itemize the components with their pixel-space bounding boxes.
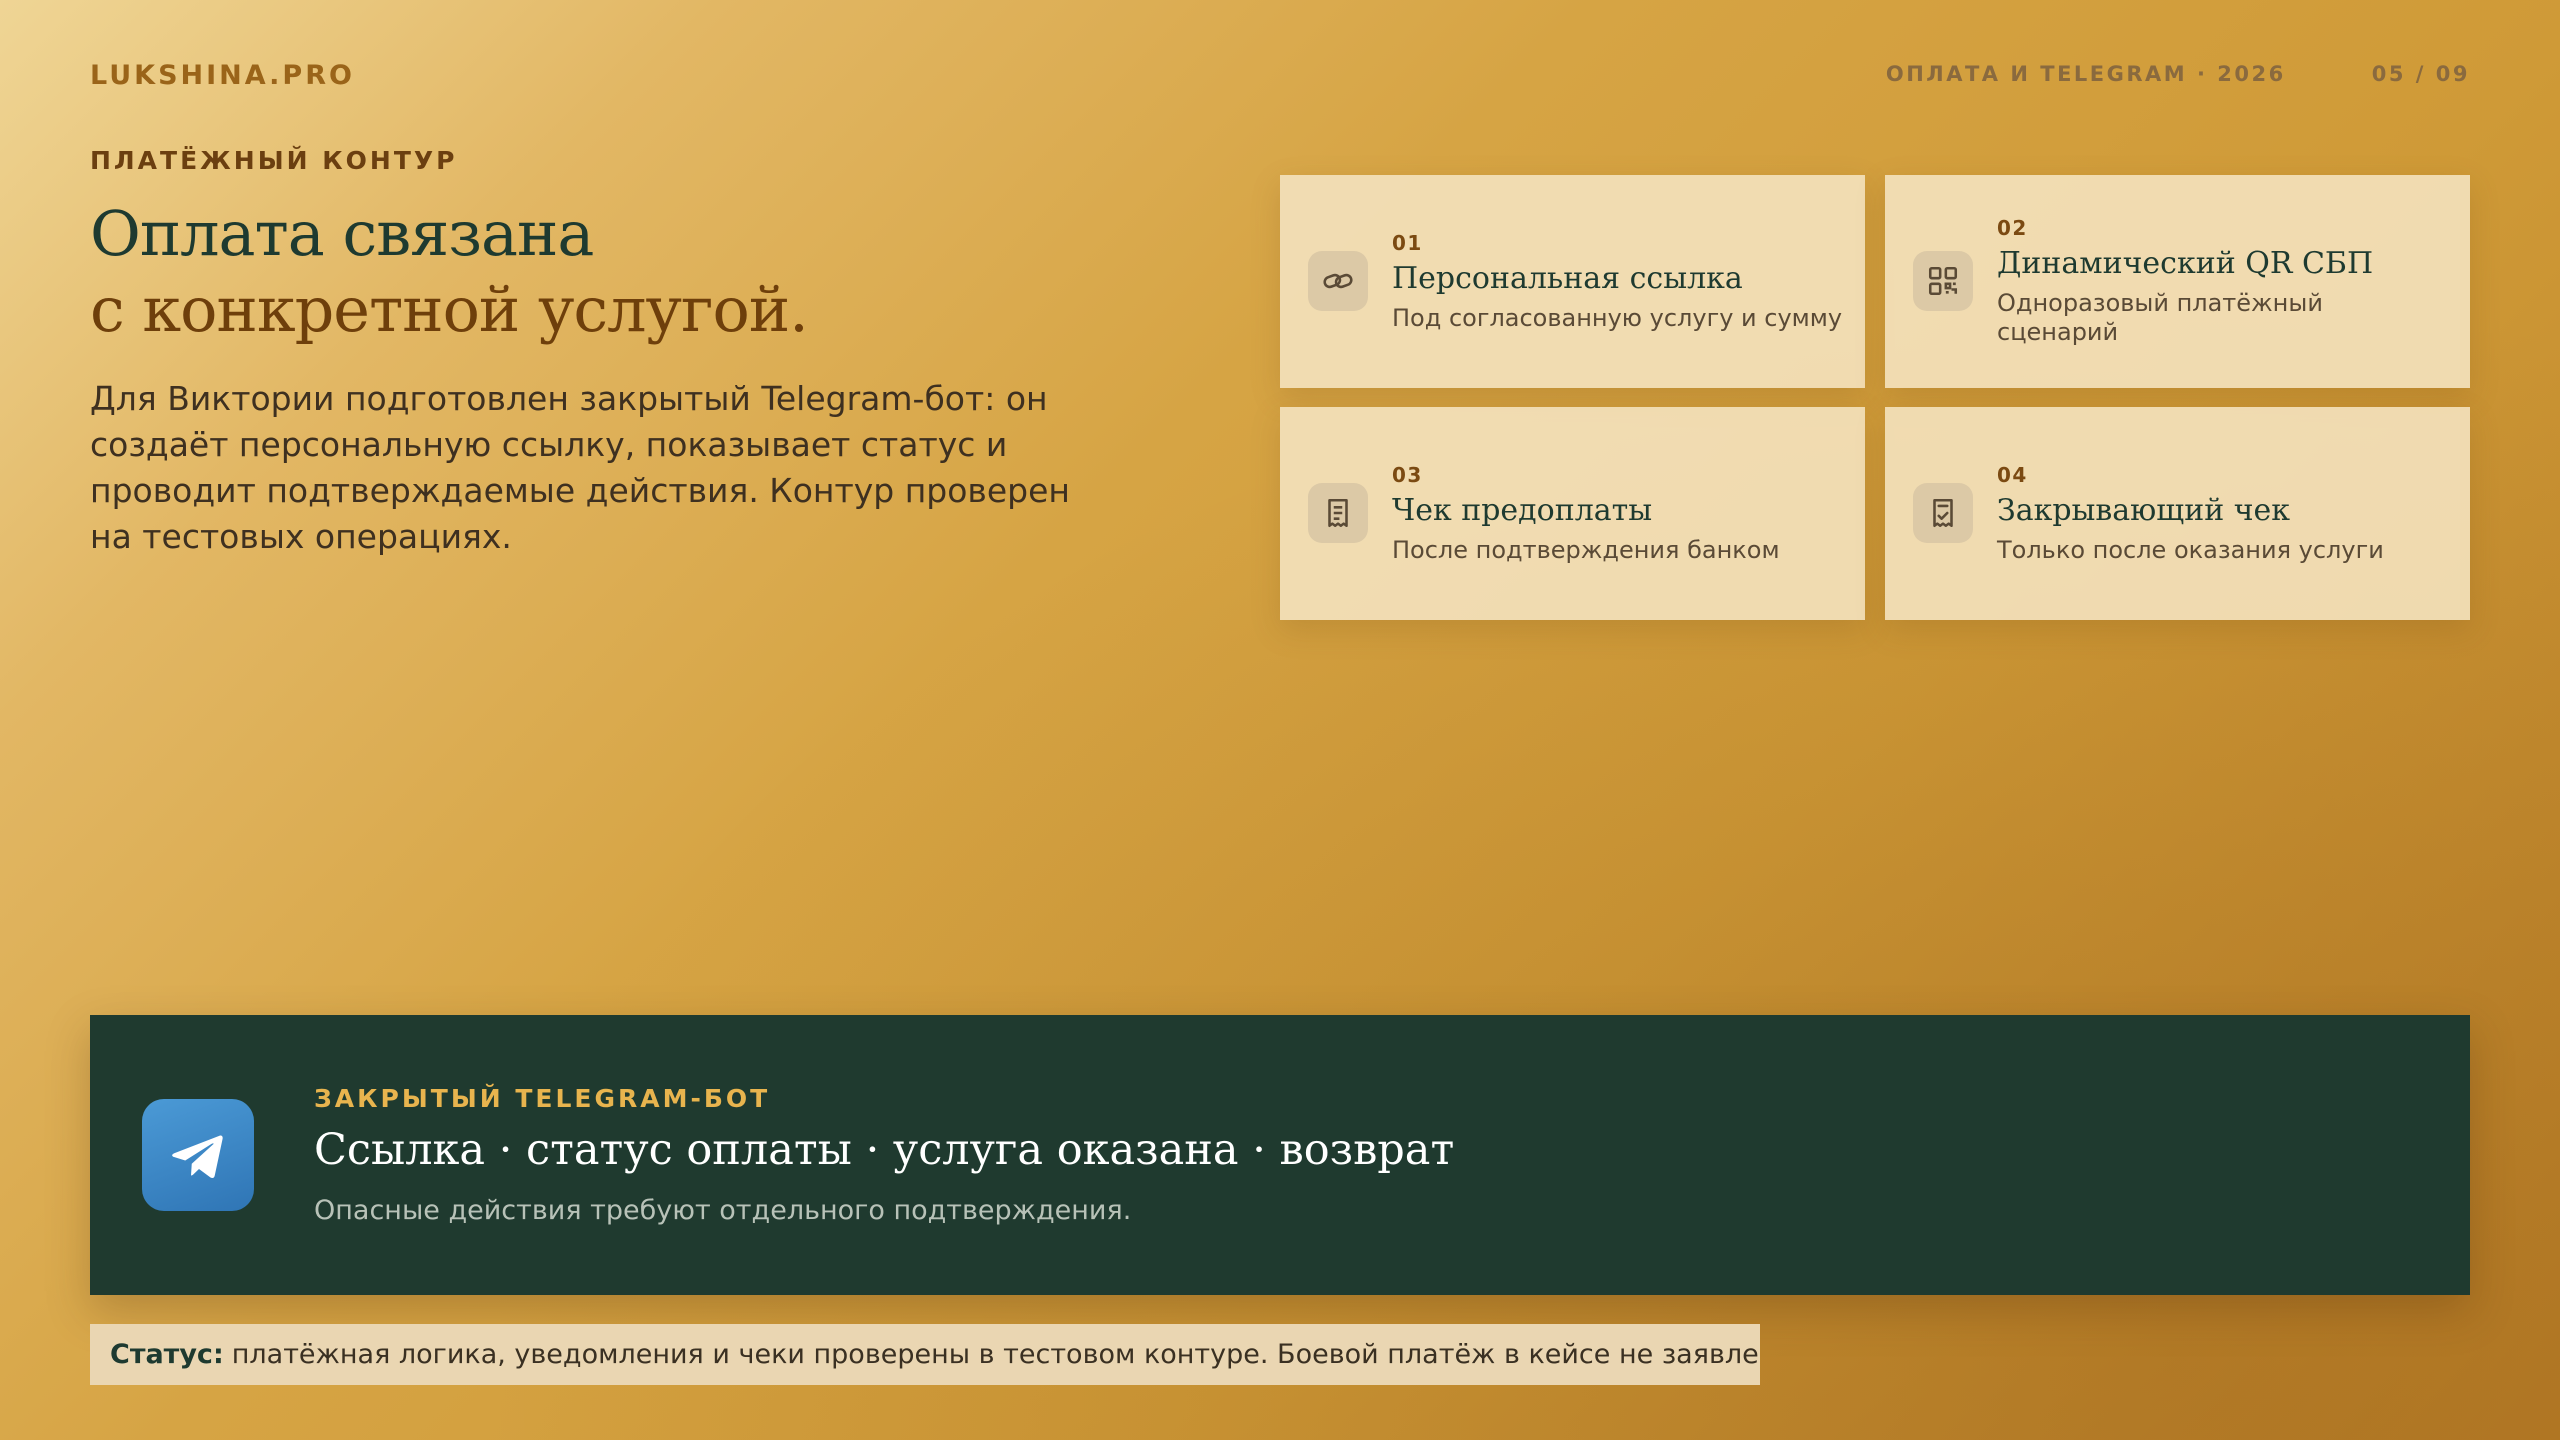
receipt-check-icon <box>1913 483 1973 543</box>
card-number: 01 <box>1392 230 1423 255</box>
card-description: Под согласованную услугу и сумму <box>1392 303 1843 332</box>
bot-features-line: Ссылка · статус оплаты · услуга оказана … <box>314 1125 1455 1175</box>
link-icon <box>1308 251 1368 311</box>
title-line-1: Оплата связана <box>90 197 594 270</box>
section-eyebrow: ПЛАТЁЖНЫЙ КОНТУР <box>90 146 458 175</box>
feature-card-closing-receipt: 04 Закрывающий чек Только после оказания… <box>1885 407 2470 620</box>
card-number: 04 <box>1997 462 2028 487</box>
lead-paragraph: Для Виктории подготовлен закрытый Telegr… <box>90 379 1070 556</box>
status-label: Статус: <box>110 1339 224 1370</box>
page-title: Оплата связана с конкретной услугой. <box>90 196 809 348</box>
feature-cards: 01 Персональная ссылка Под согласованную… <box>1280 175 2470 620</box>
feature-card-link: 01 Персональная ссылка Под согласованную… <box>1280 175 1865 388</box>
telegram-icon <box>142 1099 254 1211</box>
feature-card-prepayment-receipt: 03 Чек предоплаты После подтверждения ба… <box>1280 407 1865 620</box>
bot-kicker: ЗАКРЫТЫЙ TELEGRAM-БОТ <box>314 1084 771 1113</box>
card-title: Персональная ссылка <box>1392 260 1743 296</box>
qr-code-icon <box>1913 251 1973 311</box>
feature-card-qr: 02 Динамический QR СБП Одноразовый платё… <box>1885 175 2470 388</box>
card-number: 03 <box>1392 462 1423 487</box>
card-description: Только после оказания услуги <box>1997 535 2384 564</box>
brand-logo: LUKSHINA.PRO <box>90 60 355 91</box>
status-note: Статус: платёжная логика, уведомления и … <box>90 1324 1760 1385</box>
telegram-bot-banner: ЗАКРЫТЫЙ TELEGRAM-БОТ Ссылка · статус оп… <box>90 1015 2470 1295</box>
card-number: 02 <box>1997 216 2028 240</box>
card-title: Закрывающий чек <box>1997 492 2291 528</box>
top-meta: ОПЛАТА И TELEGRAM · 2026 05 / 09 <box>1886 62 2470 86</box>
card-description: После подтверждения банком <box>1392 535 1780 564</box>
page-counter: 05 / 09 <box>2371 62 2470 86</box>
status-text: платёжная логика, уведомления и чеки про… <box>231 1339 1760 1370</box>
card-title: Чек предоплаты <box>1392 492 1653 528</box>
card-description: Одноразовый платёжный сценарий <box>1997 289 2323 346</box>
card-title: Динамический QR СБП <box>1997 246 2374 281</box>
bot-note: Опасные действия требуют отдельного подт… <box>314 1195 1132 1226</box>
receipt-icon <box>1308 483 1368 543</box>
section-title: ОПЛАТА И TELEGRAM · 2026 <box>1885 62 2286 86</box>
title-line-2: с конкретной услугой. <box>90 273 809 346</box>
